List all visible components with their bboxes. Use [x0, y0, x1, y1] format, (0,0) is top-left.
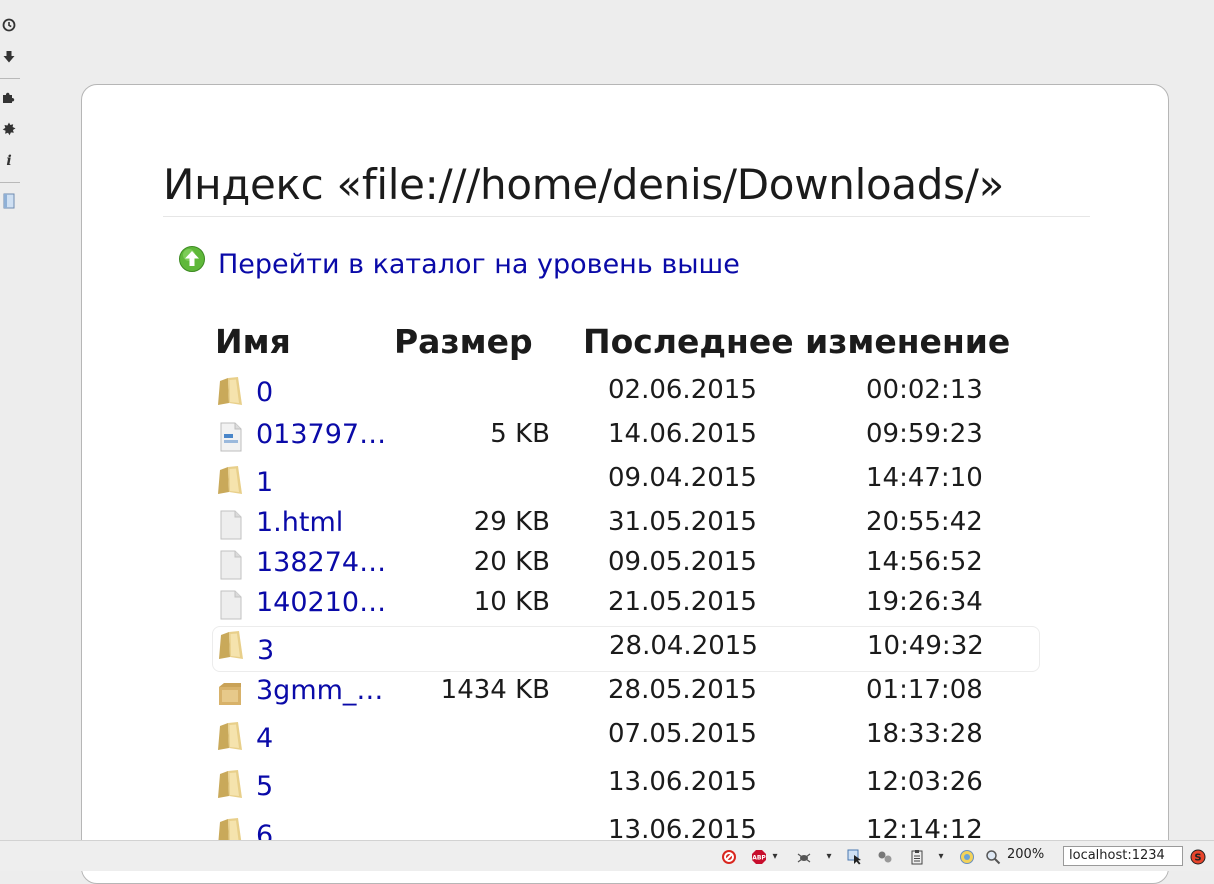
- file-name-link[interactable]: 4: [256, 723, 273, 754]
- table-row[interactable]: 3 28.04.2015 10:49:32: [212, 626, 1040, 672]
- page-icon[interactable]: [0, 192, 18, 210]
- sidebar: i: [0, 0, 22, 840]
- download-icon[interactable]: [0, 48, 18, 66]
- file-date: 14.06.2015: [608, 419, 757, 449]
- table-row[interactable]: 3gmm_… 1434 KB 28.05.2015 01:17:08: [212, 675, 1040, 721]
- column-header-name[interactable]: Имя: [215, 322, 291, 361]
- folder-icon: [218, 466, 242, 494]
- page-title: Индекс «file:///home/denis/Downloads/»: [163, 160, 1004, 209]
- zoom-level[interactable]: 200%: [1007, 847, 1044, 862]
- network-icon[interactable]: [877, 849, 893, 865]
- cursor-icon[interactable]: [847, 849, 863, 865]
- file-name-link[interactable]: 5: [256, 771, 273, 802]
- file-size: 5 KB: [490, 419, 550, 449]
- table-row[interactable]: 4 07.05.2015 18:33:28: [212, 718, 1040, 764]
- file-date: 09.05.2015: [608, 547, 757, 577]
- parent-directory-link[interactable]: Перейти в каталог на уровень выше: [218, 249, 740, 280]
- title-divider: [163, 216, 1090, 217]
- file-size: 29 KB: [473, 507, 550, 537]
- adblock-icon[interactable]: ABP: [751, 849, 767, 865]
- svg-text:ABP: ABP: [752, 855, 766, 862]
- file-date: 21.05.2015: [608, 587, 757, 617]
- file-time: 09:59:23: [866, 419, 983, 449]
- file-date: 13.06.2015: [608, 815, 757, 840]
- image-file-icon: [220, 422, 242, 452]
- file-name-link[interactable]: 013797…: [256, 419, 386, 450]
- status-bar: ABP ▾ ▾ ▾ 200% S: [0, 840, 1214, 871]
- sidebar-separator: [0, 182, 20, 183]
- sidebar-separator: [0, 78, 20, 79]
- file-name-link[interactable]: 0: [256, 377, 273, 408]
- file-date: 07.05.2015: [608, 719, 757, 749]
- file-time: 01:17:08: [866, 675, 983, 705]
- file-date: 09.04.2015: [608, 463, 757, 493]
- folder-icon: [218, 818, 242, 840]
- table-row[interactable]: 1 09.04.2015 14:47:10: [212, 462, 1040, 508]
- file-time: 20:55:42: [866, 507, 983, 537]
- file-date: 28.04.2015: [609, 631, 758, 661]
- file-name-link[interactable]: 3gmm_…: [256, 675, 383, 706]
- file-date: 28.05.2015: [608, 675, 757, 705]
- file-name-link[interactable]: 140210…: [256, 587, 386, 618]
- info-icon[interactable]: i: [0, 152, 18, 170]
- file-name-link[interactable]: 1.html: [256, 507, 343, 538]
- column-header-size[interactable]: Размер: [394, 322, 533, 361]
- file-name-link[interactable]: 6: [256, 820, 273, 840]
- file-date: 31.05.2015: [608, 507, 757, 537]
- file-time: 12:03:26: [866, 767, 983, 797]
- color-picker-icon[interactable]: [959, 849, 975, 865]
- file-date: 02.06.2015: [608, 375, 757, 405]
- table-row[interactable]: 6 13.06.2015 12:14:12: [212, 814, 1040, 840]
- table-row[interactable]: 0 02.06.2015 00:02:13: [212, 373, 1040, 419]
- file-time: 19:26:34: [866, 587, 983, 617]
- chevron-down-icon[interactable]: ▾: [935, 849, 947, 865]
- chevron-down-icon[interactable]: ▾: [769, 849, 781, 865]
- puzzle-icon[interactable]: [0, 88, 18, 106]
- s-logo-icon[interactable]: S: [1190, 849, 1206, 865]
- file-size: 10 KB: [473, 587, 550, 617]
- file-name-link[interactable]: 138274…: [256, 547, 386, 578]
- file-time: 10:49:32: [867, 631, 984, 661]
- column-header-modified[interactable]: Последнее изменение: [583, 322, 1010, 361]
- file-time: 12:14:12: [866, 815, 983, 840]
- folder-icon: [219, 631, 243, 659]
- bug-icon[interactable]: [796, 849, 812, 865]
- clipboard-icon[interactable]: [909, 849, 925, 865]
- gear-icon[interactable]: [0, 120, 18, 138]
- folder-icon: [218, 722, 242, 750]
- file-name-link[interactable]: 1: [256, 467, 273, 498]
- file-size: 1434 KB: [440, 675, 550, 705]
- file-name-link[interactable]: 3: [257, 635, 274, 666]
- history-icon[interactable]: [0, 16, 18, 34]
- folder-icon: [218, 377, 242, 405]
- file-icon: [220, 550, 242, 580]
- file-icon: [220, 590, 242, 620]
- file-date: 13.06.2015: [608, 767, 757, 797]
- file-time: 18:33:28: [866, 719, 983, 749]
- file-icon: [220, 510, 242, 540]
- file-time: 00:02:13: [866, 375, 983, 405]
- chevron-down-icon[interactable]: ▾: [823, 849, 835, 865]
- file-time: 14:47:10: [866, 463, 983, 493]
- archive-icon: [219, 683, 241, 705]
- address-field[interactable]: [1063, 846, 1183, 866]
- file-size: 20 KB: [473, 547, 550, 577]
- table-row[interactable]: 5 13.06.2015 12:03:26: [212, 766, 1040, 812]
- block-icon[interactable]: [721, 849, 737, 865]
- up-arrow-icon[interactable]: [178, 245, 206, 273]
- zoom-icon[interactable]: [985, 849, 1001, 865]
- file-time: 14:56:52: [866, 547, 983, 577]
- folder-icon: [218, 770, 242, 798]
- table-row[interactable]: 013797… 5 KB 14.06.2015 09:59:23: [212, 419, 1040, 465]
- svg-text:S: S: [1194, 853, 1201, 864]
